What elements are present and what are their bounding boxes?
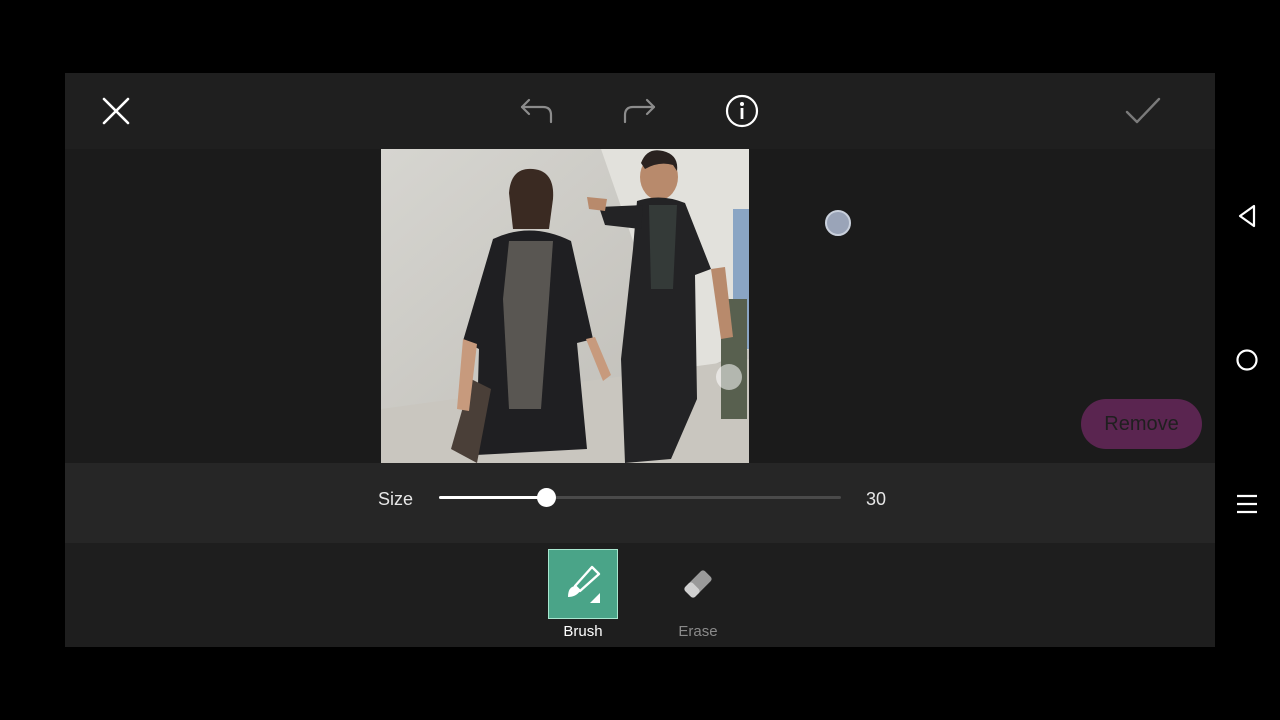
canvas-area[interactable]: Remove: [65, 149, 1215, 463]
top-toolbar: [65, 73, 1215, 149]
eraser-icon: [684, 570, 712, 598]
brush-tool-button[interactable]: Brush: [547, 549, 619, 640]
home-circle-icon: [1236, 349, 1258, 371]
home-button[interactable]: [1233, 346, 1261, 374]
undo-button[interactable]: [517, 91, 557, 131]
editor-window: Remove Size 30 Brush Erase: [65, 73, 1215, 647]
info-button[interactable]: [722, 91, 762, 131]
photo-image: [381, 149, 749, 463]
brush-cursor-indicator: [825, 210, 851, 236]
size-label: Size: [378, 489, 414, 509]
tool-selector: Brush Erase: [65, 543, 1215, 647]
back-button[interactable]: [1233, 202, 1261, 230]
edited-photo[interactable]: [381, 149, 749, 463]
menu-lines-icon: [1237, 494, 1257, 514]
menu-button[interactable]: [1233, 490, 1261, 518]
brush-icon: [568, 565, 601, 603]
brush-tool-icon-box: [548, 549, 618, 619]
size-slider-fill: [439, 496, 546, 499]
apply-button[interactable]: [1123, 91, 1163, 131]
check-icon: [1125, 97, 1161, 124]
remove-button[interactable]: Remove: [1081, 399, 1202, 449]
system-navigation-bar: [1215, 0, 1280, 720]
redo-icon: [623, 98, 656, 124]
close-icon: [102, 97, 130, 125]
back-triangle-icon: [1238, 204, 1256, 228]
erase-tool-icon-box: [663, 549, 733, 619]
info-icon: [725, 94, 759, 128]
erase-tool-button[interactable]: Erase: [662, 549, 734, 640]
size-slider[interactable]: [439, 488, 841, 507]
size-slider-thumb[interactable]: [537, 488, 556, 507]
close-button[interactable]: [96, 91, 136, 131]
undo-icon: [520, 98, 553, 124]
size-value: 30: [866, 489, 887, 509]
erase-tool-label: Erase: [678, 623, 718, 640]
size-control: Size 30: [65, 463, 1215, 543]
brush-tool-label: Brush: [563, 623, 603, 640]
redo-button[interactable]: [619, 91, 659, 131]
